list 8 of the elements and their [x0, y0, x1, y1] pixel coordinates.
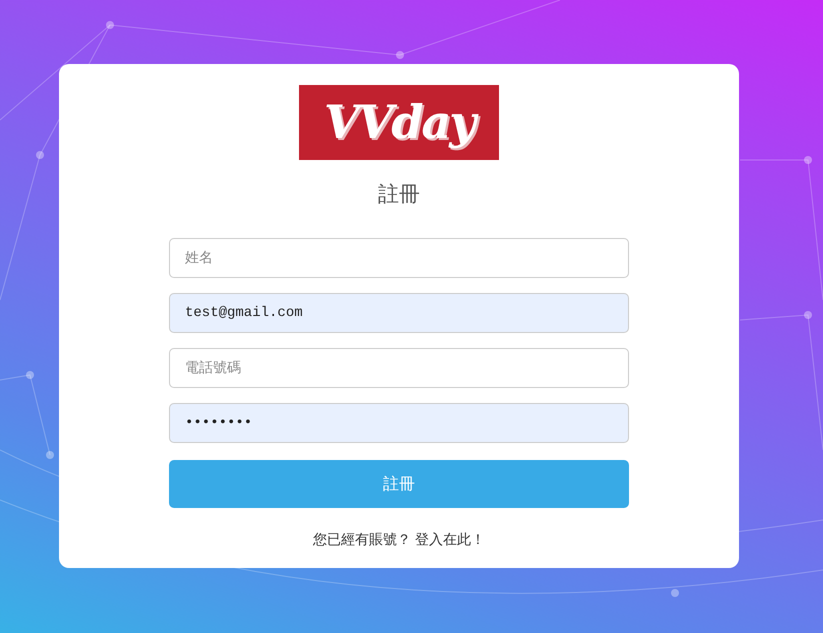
input-field[interactable]: ••••••••	[169, 403, 629, 443]
footer-text: 您已經有賬號？	[312, 532, 411, 548]
logo: VVday	[299, 85, 499, 160]
page-title: 註冊	[378, 182, 420, 206]
input-field[interactable]: test@gmail.com	[169, 293, 629, 333]
login-link[interactable]: 登入在此！	[415, 532, 486, 548]
input-field[interactable]: 姓名	[169, 238, 629, 278]
input-field[interactable]: 電話號碼	[169, 348, 629, 388]
